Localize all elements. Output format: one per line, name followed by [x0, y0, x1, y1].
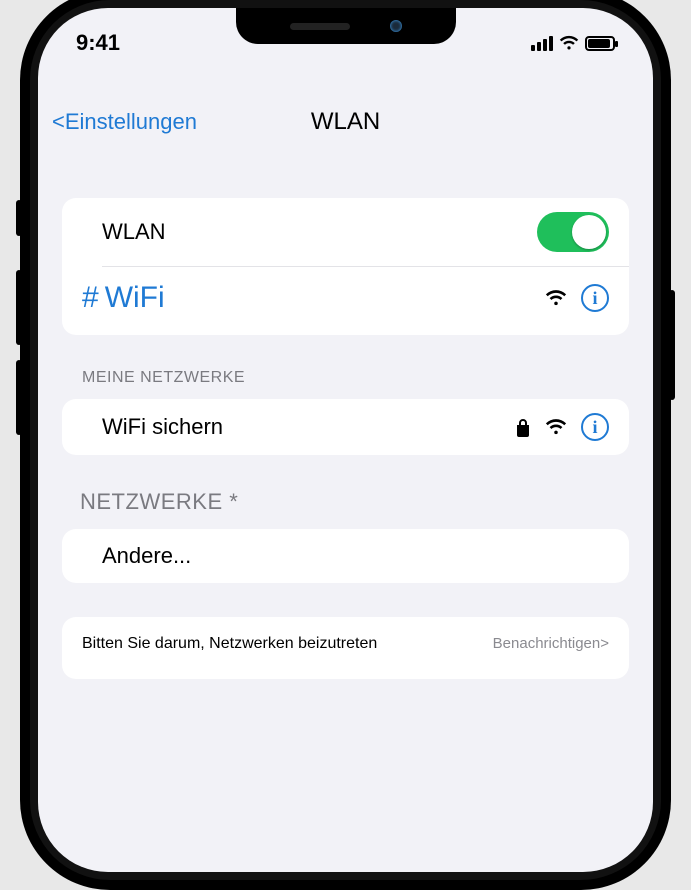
- info-icon[interactable]: i: [581, 284, 609, 312]
- other-label: Andere...: [102, 543, 191, 569]
- connected-prefix: #: [82, 281, 99, 314]
- screen: 9:41 <Einstellungen WLAN: [38, 8, 653, 872]
- back-button[interactable]: <Einstellungen: [52, 109, 197, 135]
- ask-to-join-label: Bitten Sie darum, Netzwerken beizutreten: [82, 633, 377, 655]
- network-row[interactable]: WiFi sichern i: [62, 399, 629, 455]
- ask-to-join-value: Benachrichtigen>: [493, 635, 609, 652]
- battery-icon: [585, 36, 615, 51]
- my-networks-header: MEINE NETZWERKE: [62, 369, 629, 399]
- connected-network-name: WiFi: [105, 281, 165, 314]
- other-networks-card: Andere...: [62, 529, 629, 583]
- phone-frame: 9:41 <Einstellungen WLAN: [20, 0, 671, 890]
- wlan-toggle-row: WLAN: [62, 198, 629, 266]
- wlan-card: WLAN #WiFi i: [62, 198, 629, 335]
- other-network-row[interactable]: Andere...: [62, 529, 629, 583]
- wlan-label: WLAN: [102, 219, 166, 245]
- wifi-icon: [559, 35, 579, 51]
- info-icon[interactable]: i: [581, 413, 609, 441]
- lock-icon: [515, 417, 531, 437]
- connected-network-row[interactable]: #WiFi i: [62, 267, 629, 335]
- wlan-toggle[interactable]: [537, 212, 609, 252]
- status-bar: 9:41: [38, 8, 653, 64]
- wifi-signal-icon: [545, 289, 567, 307]
- network-name: WiFi sichern: [102, 414, 223, 440]
- ask-to-join-row[interactable]: Bitten Sie darum, Netzwerken beizutreten…: [62, 617, 629, 679]
- wifi-signal-icon: [545, 418, 567, 436]
- other-networks-header: NETZWERKE *: [62, 489, 629, 529]
- ask-to-join-card: Bitten Sie darum, Netzwerken beizutreten…: [62, 617, 629, 679]
- my-networks-card: WiFi sichern i: [62, 399, 629, 455]
- status-time: 9:41: [76, 30, 120, 56]
- cellular-icon: [531, 36, 553, 51]
- nav-header: <Einstellungen WLAN: [38, 108, 653, 136]
